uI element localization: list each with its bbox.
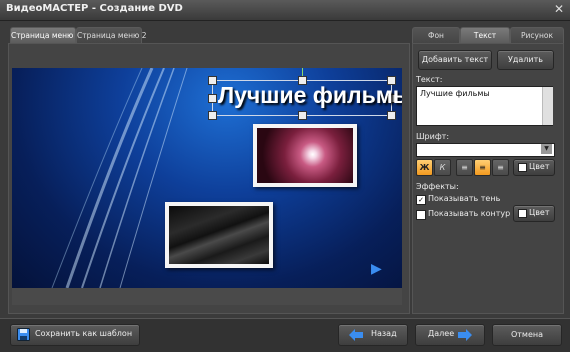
- menu-title-text[interactable]: Лучшие фильмы: [218, 82, 402, 109]
- bold-button[interactable]: Ж: [416, 159, 433, 176]
- show-shadow-label: Показывать тень: [428, 194, 501, 203]
- tab-image[interactable]: Рисунок: [510, 27, 564, 44]
- font-label: Шрифт:: [416, 132, 450, 141]
- outline-color-swatch: [518, 209, 527, 218]
- show-shadow-checkbox[interactable]: ✓: [416, 195, 426, 205]
- next-label: Далее: [428, 329, 455, 338]
- nebula-image: [257, 128, 353, 183]
- resize-handle-bottom[interactable]: [298, 111, 307, 120]
- timeline-strip: [12, 288, 402, 305]
- arrow-left-icon: [349, 329, 363, 341]
- tab-menu-page-2[interactable]: Страница меню 2: [76, 27, 146, 44]
- color-swatch: [518, 163, 527, 172]
- tab-menu-page-1[interactable]: Страница меню 1: [10, 27, 80, 44]
- show-outline-label: Показывать контур: [428, 209, 511, 218]
- text-field-label: Текст:: [416, 75, 443, 84]
- arrow-right-icon: [458, 329, 472, 341]
- save-template-label: Сохранить как шаблон: [35, 329, 133, 338]
- resize-handle-bl[interactable]: [208, 111, 217, 120]
- outline-color-button[interactable]: Цвет: [513, 205, 555, 222]
- text-input-scrollbar[interactable]: [542, 87, 553, 125]
- resize-handle-tl[interactable]: [208, 76, 217, 85]
- save-template-button[interactable]: Сохранить как шаблон: [10, 324, 140, 346]
- chevron-down-icon[interactable]: ▼: [541, 144, 552, 154]
- resize-handle-left[interactable]: [208, 94, 217, 103]
- show-outline-checkbox[interactable]: [416, 210, 426, 220]
- delete-button[interactable]: Удалить: [497, 50, 554, 70]
- tab-background[interactable]: Фон: [412, 27, 460, 44]
- effects-label: Эффекты:: [416, 182, 459, 191]
- resize-handle-br[interactable]: [387, 111, 396, 120]
- outline-color-label: Цвет: [529, 208, 550, 217]
- align-left-button[interactable]: ≡: [456, 159, 473, 176]
- align-center-button[interactable]: ≡: [474, 159, 491, 176]
- align-right-button[interactable]: ≡: [492, 159, 509, 176]
- back-button[interactable]: Назад: [338, 324, 408, 346]
- close-icon[interactable]: ✕: [552, 2, 566, 16]
- text-color-label: Цвет: [529, 162, 550, 171]
- video-thumbnail-1[interactable]: [253, 124, 357, 187]
- floppy-disk-icon: [17, 328, 30, 341]
- back-label: Назад: [371, 329, 397, 338]
- next-page-arrow-icon[interactable]: ▶: [371, 261, 382, 277]
- add-text-button[interactable]: Добавить текст: [418, 50, 492, 70]
- font-select[interactable]: [416, 143, 555, 157]
- cancel-button[interactable]: Отмена: [492, 324, 562, 346]
- tab-text[interactable]: Текст: [460, 27, 510, 44]
- window-title: ВидеоМАСТЕР - Создание DVD: [6, 3, 183, 14]
- text-color-button[interactable]: Цвет: [513, 159, 555, 176]
- piano-image: [169, 206, 269, 264]
- italic-button[interactable]: К: [434, 159, 451, 176]
- menu-preview-canvas[interactable]: Лучшие фильмы ▶: [12, 68, 402, 288]
- video-thumbnail-2[interactable]: [165, 202, 273, 268]
- next-button[interactable]: Далее: [415, 324, 485, 346]
- text-input[interactable]: Лучшие фильмы: [416, 86, 553, 126]
